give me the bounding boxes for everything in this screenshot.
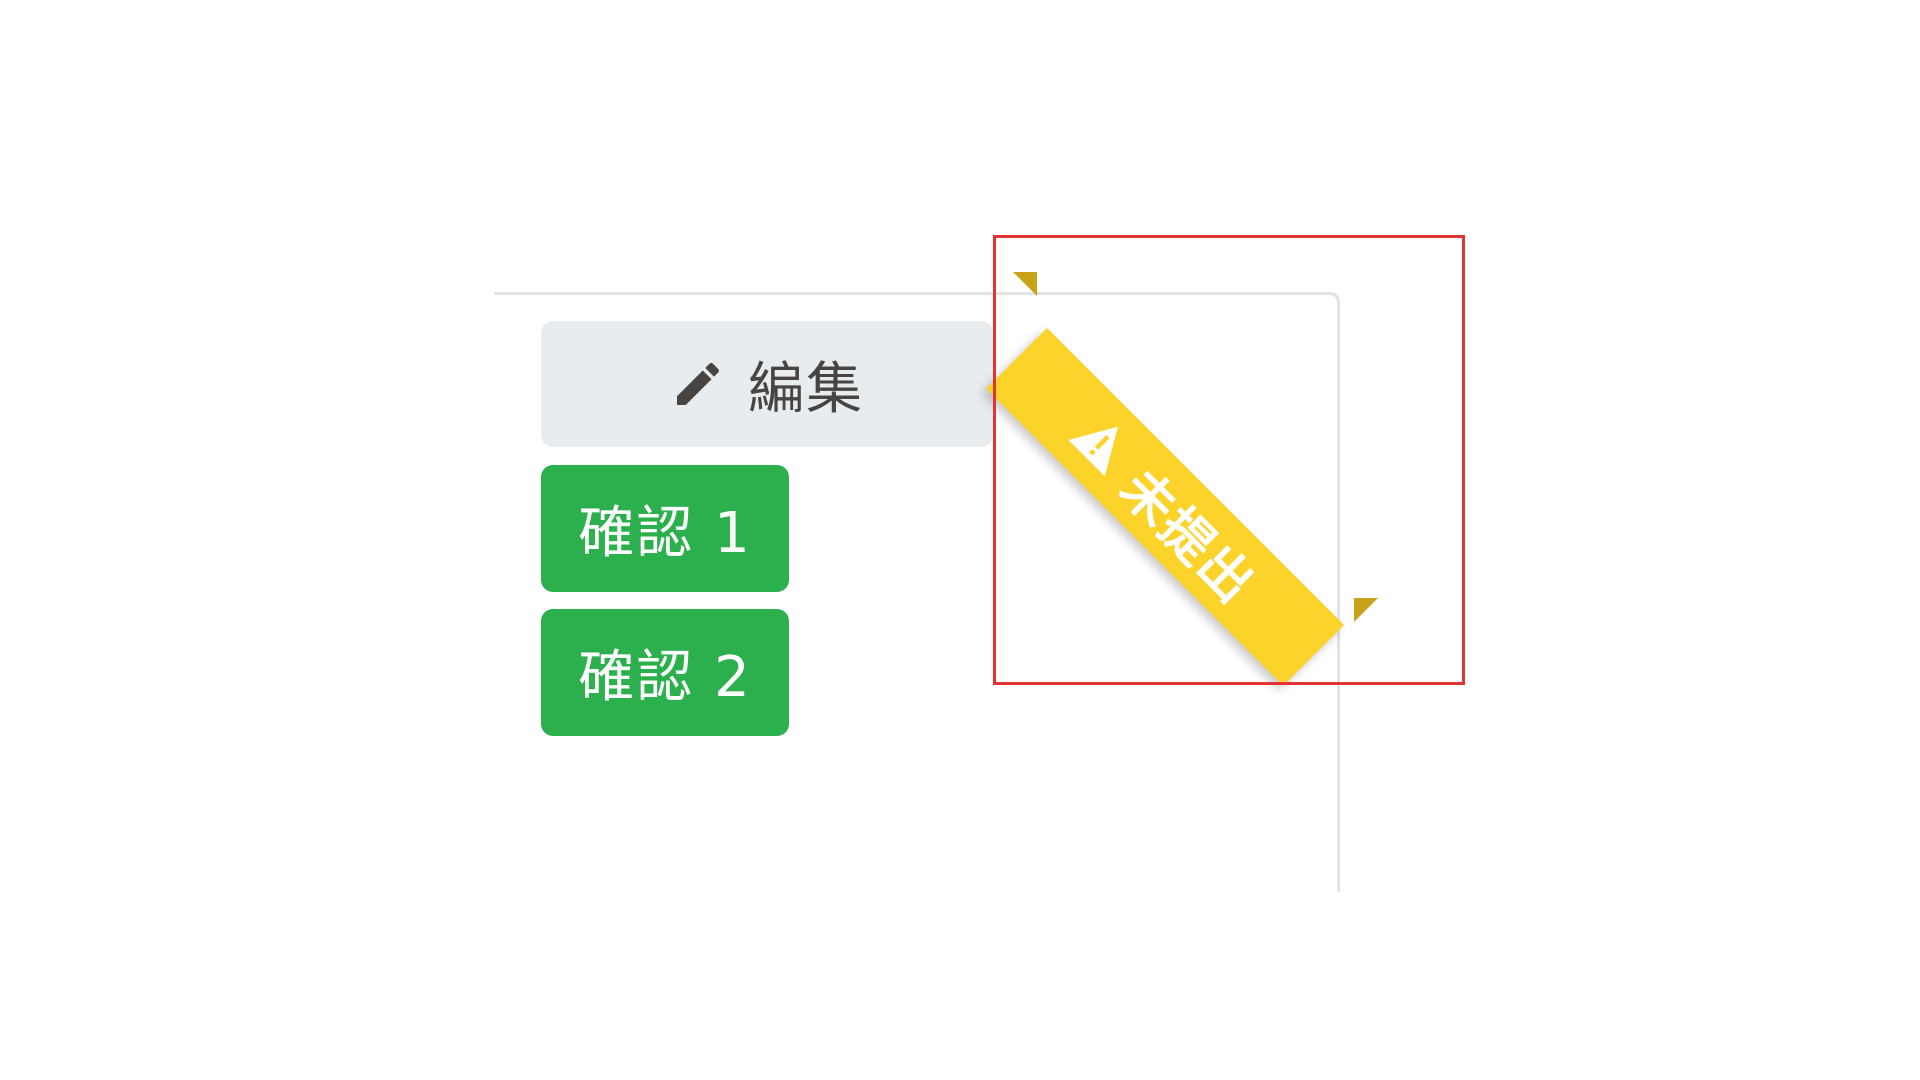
confirm-2-button[interactable]: 確認 2: [541, 609, 789, 736]
confirm-1-button[interactable]: 確認 1: [541, 465, 789, 592]
edit-button[interactable]: 編集: [541, 321, 993, 447]
edit-button-label: 編集: [748, 356, 864, 422]
pencil-icon: [670, 356, 726, 412]
stage: 編集 確認 1 確認 2 未提出: [0, 0, 1920, 1080]
ribbon-fold-right: [1354, 598, 1378, 622]
warning-icon: [1062, 404, 1141, 483]
